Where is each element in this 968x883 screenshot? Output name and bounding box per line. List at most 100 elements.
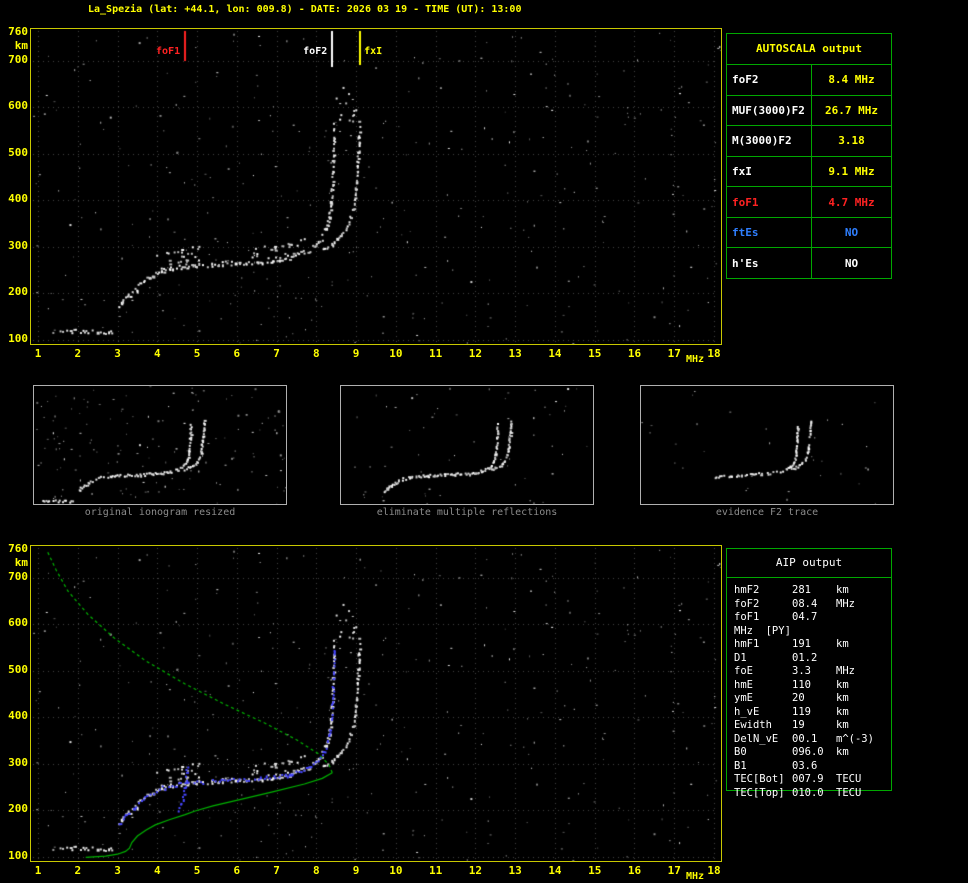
x-tick-label: 5 — [193, 347, 201, 360]
y-tick-label: 500 — [8, 145, 28, 159]
thumbnail-eliminate-canvas — [341, 386, 593, 504]
x-tick-label: 12 — [468, 347, 483, 360]
thumbnail-f2-canvas — [641, 386, 893, 504]
thumbnail-f2-trace — [640, 385, 894, 505]
aip-row-hmE: hmE 110 km — [734, 679, 891, 693]
y-tick-label: 700 — [8, 569, 28, 583]
aip-row-TEC[Top]: TEC[Top] 010.0 TECU — [734, 787, 891, 801]
y-axis-unit-label: km — [14, 39, 28, 52]
x-tick-label: 17 — [667, 347, 681, 360]
x-tick-label: 1 — [34, 864, 42, 877]
x-tick-label: 14 — [548, 347, 562, 360]
aip-param-value: 281 — [792, 584, 811, 596]
x-tick-label: 6 — [233, 864, 241, 877]
autoscala-param-label: fxI — [727, 156, 812, 187]
aip-param-name: Ewidth — [734, 719, 772, 731]
x-tick-label: 12 — [468, 864, 483, 877]
caption-f2-trace: evidence F2 trace — [715, 507, 819, 518]
critical-frequency-marker-label-foF2: foF2 — [303, 46, 328, 57]
aip-row-B1: B1 03.6 — [734, 760, 891, 774]
x-tick-label: 4 — [153, 347, 161, 360]
x-tick-label: 17 — [667, 864, 681, 877]
x-tick-label: 5 — [193, 864, 201, 877]
autoscala-output-table: AUTOSCALA output foF2 8.4 MHz MUF(3000)F2 2… — [726, 33, 892, 279]
y-tick-label: 400 — [8, 709, 28, 723]
thumbnail-original-canvas — [34, 386, 286, 504]
x-tick-label: 9 — [352, 347, 360, 360]
y-tick-label: 200 — [8, 802, 28, 816]
aip-param-name: ymE — [734, 692, 753, 704]
aip-param-unit: km — [836, 638, 849, 650]
aip-row-Ewidth: Ewidth 19 km — [734, 719, 891, 733]
x-tick-label: 3 — [114, 347, 121, 360]
y-tick-label: 760 — [8, 542, 28, 555]
autoscala-window: La_Spezia (lat: +44.1, lon: 009.8) - DAT… — [0, 0, 968, 883]
aip-param-unit: MHz [PY] — [734, 624, 791, 637]
x-tick-label: 7 — [273, 347, 280, 360]
aip-param-name: foE — [734, 665, 753, 677]
x-axis-unit-label: MHz — [686, 354, 705, 365]
aip-ionogram-canvas — [30, 545, 722, 862]
aip-row-D1: D1 01.2 — [734, 652, 891, 666]
autoscala-row-M(3000)F2: M(3000)F2 3.18 — [727, 125, 891, 156]
x-tick-label: 11 — [429, 864, 443, 877]
y-tick-label: 300 — [8, 755, 28, 769]
autoscala-param-value: 26.7 MHz — [825, 103, 878, 117]
y-tick-label: 100 — [8, 332, 28, 345]
aip-param-name: hmF1 — [734, 638, 760, 650]
aip-row-h_vE: h_vE 119 km — [734, 706, 891, 720]
aip-param-name: TEC[Top] — [734, 786, 785, 799]
aip-row-foE: foE 3.3 MHz — [734, 665, 891, 679]
aip-param-name: TEC[Bot] — [734, 773, 785, 785]
autoscala-param-label: foF1 — [727, 187, 812, 217]
aip-param-value: 19 — [792, 719, 805, 731]
aip-param-value: 119 — [792, 705, 811, 718]
x-tick-label: 8 — [313, 864, 320, 877]
aip-rows: hmF2 281 km foF2 08.4 MHz foF1 04.7MHz [PY] hmF1… — [727, 578, 891, 800]
y-tick-label: 600 — [8, 616, 28, 630]
aip-param-value: 010.0 — [792, 786, 824, 799]
autoscala-param-value: 4.7 MHz — [828, 195, 875, 209]
autoscala-param-label: h'Es — [727, 248, 812, 279]
thumbnail-eliminate-reflections — [340, 385, 594, 505]
aip-param-value: 3.3 — [792, 665, 811, 677]
aip-param-value: 20 — [792, 692, 805, 704]
aip-table-title: AIP output — [727, 549, 891, 578]
aip-param-value: 096.0 — [792, 746, 824, 758]
aip-param-name: h_vE — [734, 705, 760, 718]
caption-eliminate-reflections: eliminate multiple reflections — [376, 507, 558, 518]
thumbnail-original-ionogram — [33, 385, 287, 505]
aip-param-value: 00.1 — [792, 732, 818, 745]
autoscala-param-label: ftEs — [727, 217, 812, 248]
station-title: La_Spezia (lat: +44.1, lon: 009.8) - DAT… — [88, 4, 522, 15]
y-tick-label: 760 — [8, 25, 28, 38]
aip-output-table: AIP output hmF2 281 km foF2 08.4 MHz foF1 04.7M… — [726, 548, 892, 799]
autoscala-param-label: foF2 — [727, 65, 812, 95]
x-tick-label: 18 — [707, 347, 721, 360]
aip-param-name: foF2 — [734, 597, 760, 610]
aip-param-unit: MHz — [836, 665, 855, 677]
aip-param-value: 191 — [792, 638, 811, 650]
main-ionogram-canvas — [30, 28, 722, 345]
x-tick-label: 9 — [352, 864, 360, 877]
autoscala-param-value: 9.1 MHz — [828, 165, 875, 179]
x-tick-label: 16 — [627, 347, 642, 360]
aip-param-value: 04.7 — [792, 611, 818, 623]
aip-param-unit: km — [836, 719, 849, 731]
x-tick-label: 6 — [233, 347, 241, 360]
caption-original-ionogram: original ionogram resized — [84, 507, 236, 518]
y-tick-label: 100 — [8, 849, 28, 862]
y-axis-unit-label: km — [14, 556, 28, 569]
y-tick-label: 200 — [8, 285, 28, 299]
x-tick-label: 2 — [74, 347, 82, 360]
x-tick-label: 15 — [588, 864, 602, 877]
aip-row-TEC[Bot]: TEC[Bot] 007.9 TECU — [734, 773, 891, 787]
aip-row-B0: B0 096.0 km — [734, 746, 891, 760]
autoscala-row-foF2: foF2 8.4 MHz — [727, 64, 891, 95]
autoscala-param-value: NO — [844, 226, 859, 240]
aip-param-value: 01.2 — [792, 651, 818, 664]
x-tick-label: 11 — [429, 347, 443, 360]
x-tick-label: 7 — [273, 864, 280, 877]
x-tick-label: 4 — [153, 864, 161, 877]
aip-param-value: 03.6 — [792, 759, 818, 772]
